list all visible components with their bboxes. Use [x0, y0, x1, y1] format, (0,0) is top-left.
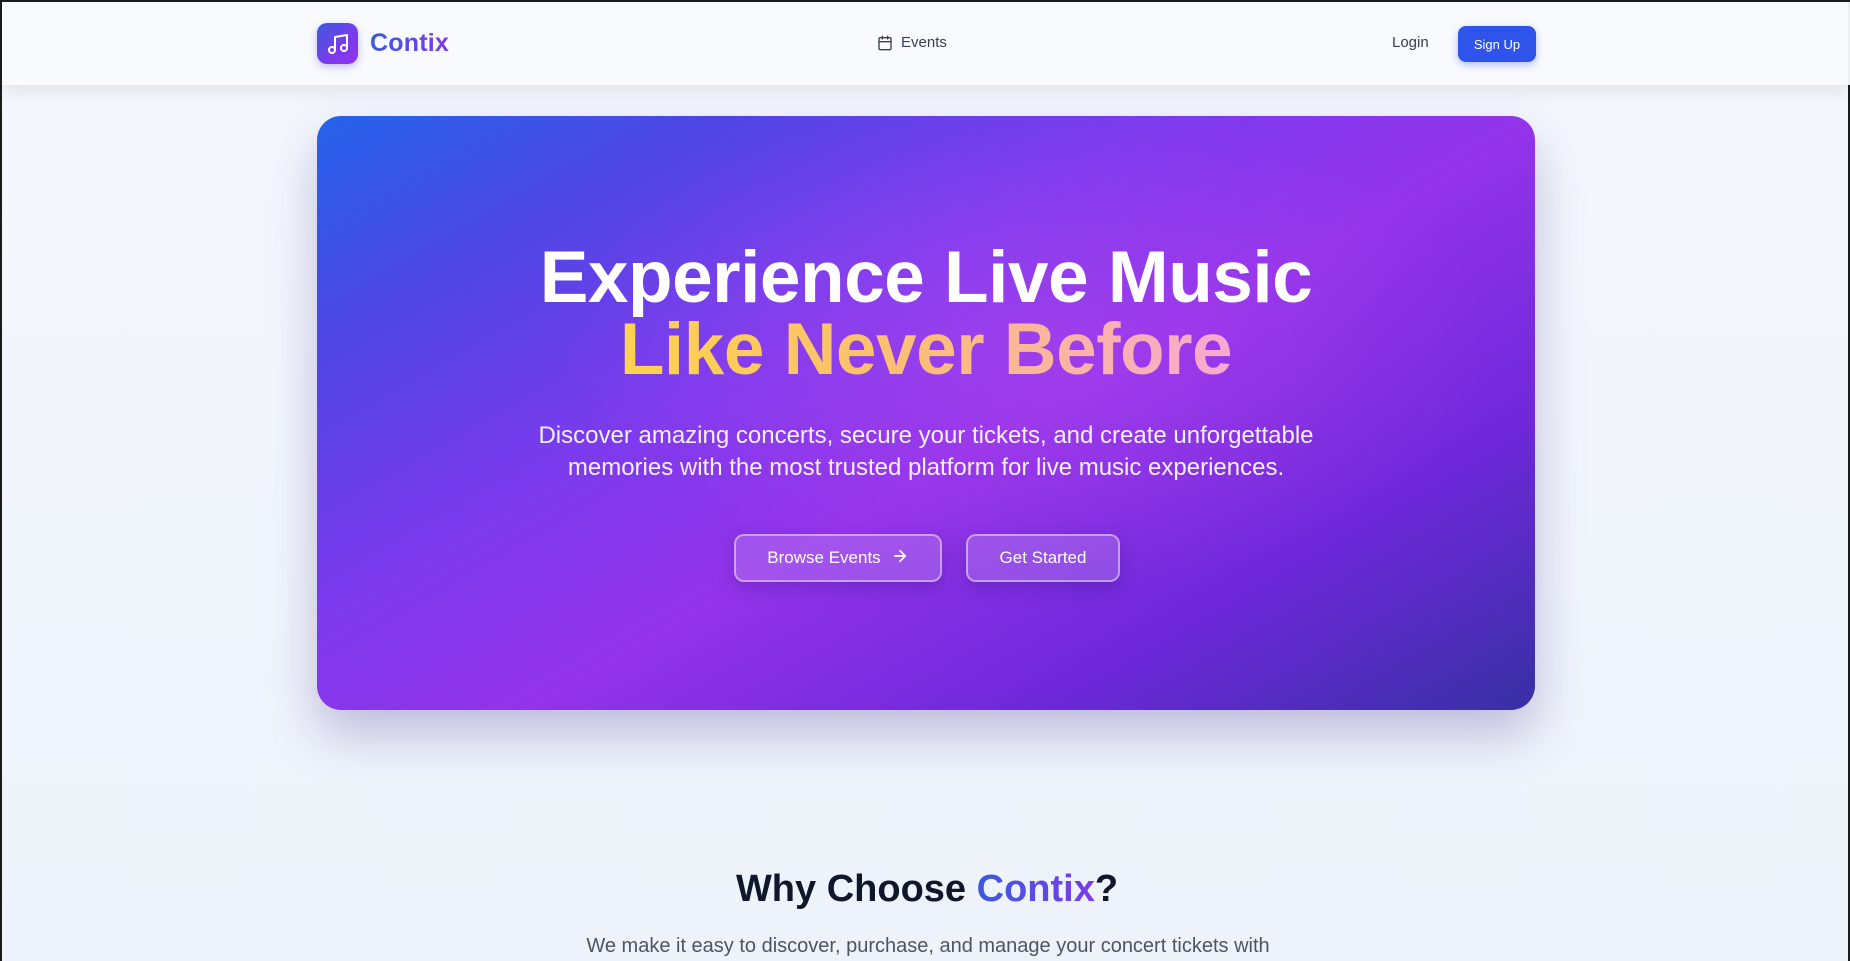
sign-up-button[interactable]: Sign Up	[1458, 26, 1536, 62]
why-choose-description: We make it easy to discover, purchase, a…	[586, 935, 1270, 957]
hero-banner: Experience Live Music Like Never Before …	[317, 116, 1535, 710]
hero-title-accent-text: Like Never Before	[619, 309, 1233, 390]
browse-events-label: Browse Events	[767, 548, 881, 567]
nav-events-link[interactable]: Events	[877, 34, 947, 51]
calendar-icon	[877, 35, 893, 51]
browse-events-button[interactable]: Browse Events	[734, 534, 942, 582]
hero-subtitle: Discover amazing concerts, secure your t…	[538, 422, 1314, 481]
top-navigation-bar: Contix Events Login Sign Up	[2, 2, 1850, 85]
hero-title: Experience Live Music	[539, 237, 1313, 318]
music-note-icon	[317, 23, 358, 64]
why-choose-heading: Why Choose Contix?	[2, 868, 1850, 911]
why-title-suffix: ?	[1094, 868, 1119, 910]
arrow-right-icon	[891, 547, 909, 570]
brand-name: Contix	[370, 29, 449, 57]
login-link[interactable]: Login	[1392, 34, 1429, 51]
why-title-brand: Contix	[976, 868, 1095, 910]
nav-events-label: Events	[901, 34, 947, 51]
get-started-button[interactable]: Get Started	[966, 534, 1120, 582]
brand-logo-link[interactable]: Contix	[317, 23, 449, 64]
hero-title-accent: Like Never Before	[317, 313, 1535, 386]
why-title-prefix: Why Choose	[735, 868, 977, 910]
hero-actions: Browse Events Get Started	[317, 534, 1535, 582]
page: Contix Events Login Sign Up Experience L…	[0, 0, 1850, 961]
